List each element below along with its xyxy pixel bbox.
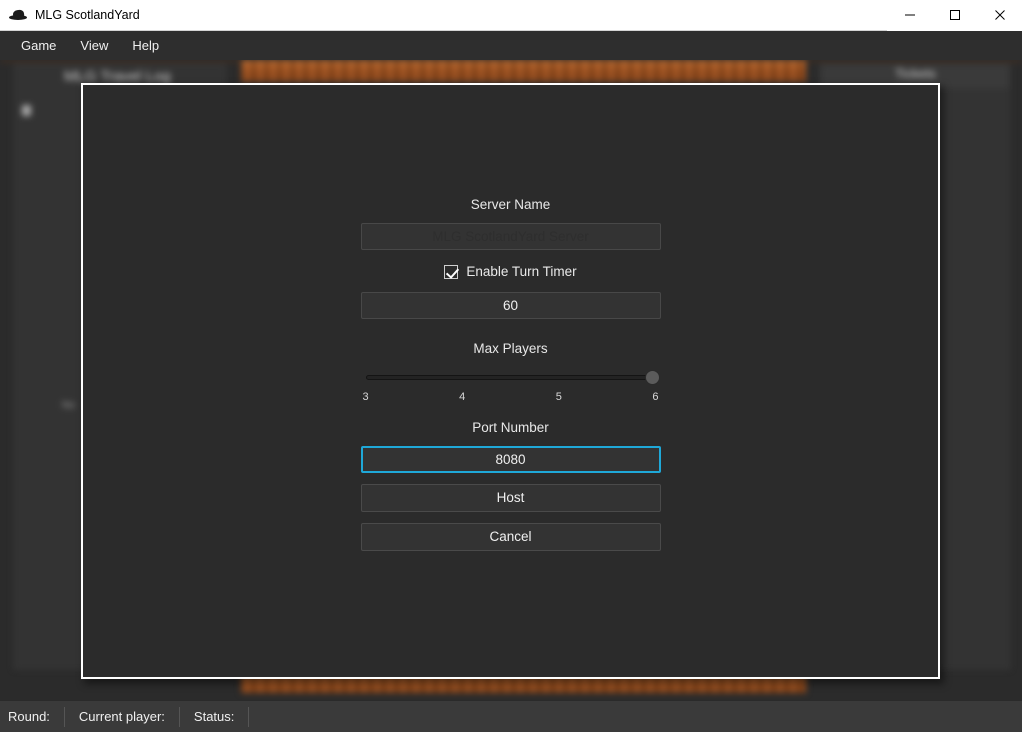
- window-title: MLG ScotlandYard: [35, 8, 140, 22]
- server-name-input[interactable]: [360, 223, 661, 250]
- travel-log-marker: [22, 105, 31, 116]
- enable-turn-timer-checkbox[interactable]: [444, 264, 459, 279]
- title-bar: MLG ScotlandYard: [0, 0, 1022, 31]
- detective-hat-icon: [9, 7, 27, 23]
- turn-timer-row[interactable]: Enable Turn Timer: [361, 264, 661, 279]
- menu-item-game[interactable]: Game: [10, 34, 67, 57]
- status-current-player: Current player:: [65, 706, 180, 727]
- max-players-slider[interactable]: 3 4 5 6: [361, 367, 661, 403]
- max-players-label: Max Players: [473, 341, 548, 356]
- host-button[interactable]: Host: [360, 484, 661, 512]
- status-status: Status:: [180, 706, 250, 727]
- menu-item-help[interactable]: Help: [121, 34, 170, 57]
- game-area: MLG Travel Log Tickets No Server Name En…: [0, 60, 1022, 700]
- slider-tick-5: 5: [555, 391, 562, 403]
- window-controls: [887, 0, 1022, 31]
- slider-track-row[interactable]: [362, 367, 660, 387]
- title-bar-left: MLG ScotlandYard: [0, 7, 887, 23]
- minimize-button[interactable]: [887, 0, 932, 31]
- close-button[interactable]: [977, 0, 1022, 31]
- slider-tick-3: 3: [362, 391, 369, 403]
- server-name-label: Server Name: [470, 197, 551, 212]
- turn-timer-seconds-input[interactable]: [360, 292, 661, 319]
- menu-item-view[interactable]: View: [69, 34, 119, 57]
- status-round: Round:: [0, 706, 65, 727]
- application-window: MLG ScotlandYard Game View Help MLG Trav…: [0, 0, 1022, 732]
- maximize-button[interactable]: [932, 0, 977, 31]
- dialog-form: Server Name Enable Turn Timer Max Player…: [360, 197, 661, 551]
- status-bar: Round: Current player: Status:: [0, 700, 1022, 732]
- slider-track[interactable]: [365, 374, 656, 380]
- slider-tick-4: 4: [459, 391, 466, 403]
- port-number-input[interactable]: [360, 446, 661, 473]
- board-wood-texture-top: [241, 60, 806, 82]
- slider-tick-6: 6: [652, 391, 659, 403]
- enable-turn-timer-label: Enable Turn Timer: [466, 264, 577, 279]
- tickets-title: Tickets: [895, 66, 936, 81]
- cancel-button[interactable]: Cancel: [360, 523, 661, 551]
- travel-log-small-text: No: [62, 400, 75, 411]
- slider-tick-labels: 3 4 5 6: [362, 391, 660, 403]
- port-number-label: Port Number: [472, 420, 549, 435]
- slider-thumb[interactable]: [644, 369, 660, 385]
- host-game-dialog: Server Name Enable Turn Timer Max Player…: [81, 83, 940, 679]
- menu-bar: Game View Help: [0, 31, 1022, 60]
